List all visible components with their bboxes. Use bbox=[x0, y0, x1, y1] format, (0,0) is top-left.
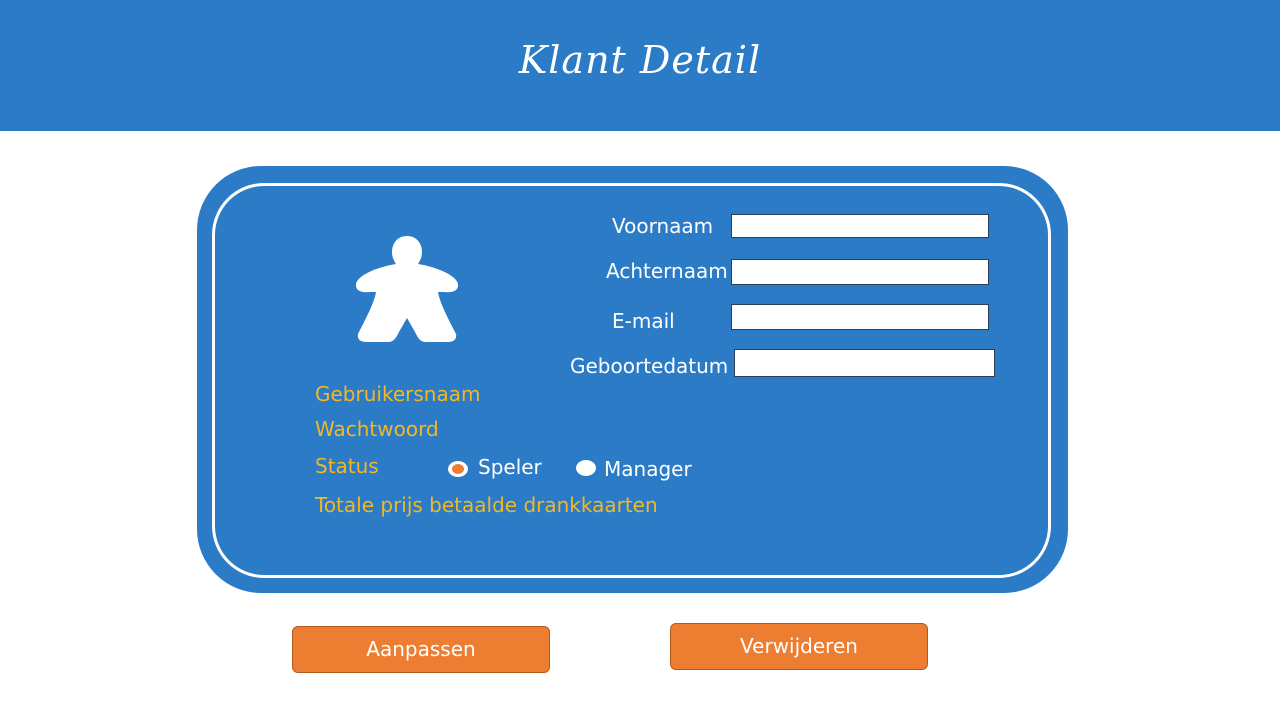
verwijderen-button[interactable]: Verwijderen bbox=[670, 623, 928, 670]
aanpassen-button[interactable]: Aanpassen bbox=[292, 626, 550, 673]
achternaam-field[interactable] bbox=[731, 259, 989, 285]
totale-prijs-label: Totale prijs betaalde drankkaarten bbox=[315, 493, 658, 517]
voornaam-label: Voornaam bbox=[612, 214, 714, 238]
manager-label: Manager bbox=[604, 457, 692, 481]
voornaam-field[interactable] bbox=[731, 214, 989, 238]
customer-card-border bbox=[212, 183, 1051, 578]
gebruikersnaam-label: Gebruikersnaam bbox=[315, 382, 481, 406]
page-title: Klant Detail bbox=[518, 38, 762, 82]
speler-label: Speler bbox=[478, 455, 542, 479]
meeple-icon bbox=[355, 236, 459, 342]
email-field[interactable] bbox=[731, 304, 989, 330]
status-label: Status bbox=[315, 454, 379, 478]
email-label: E-mail bbox=[612, 309, 675, 333]
radio-speler[interactable] bbox=[448, 461, 468, 477]
wachtwoord-label: Wachtwoord bbox=[315, 417, 439, 441]
geboortedatum-label: Geboortedatum bbox=[570, 354, 729, 378]
geboortedatum-field[interactable] bbox=[734, 349, 995, 377]
achternaam-label: Achternaam bbox=[606, 259, 728, 283]
radio-manager[interactable] bbox=[576, 460, 596, 476]
header-bar: Klant Detail bbox=[0, 0, 1280, 131]
